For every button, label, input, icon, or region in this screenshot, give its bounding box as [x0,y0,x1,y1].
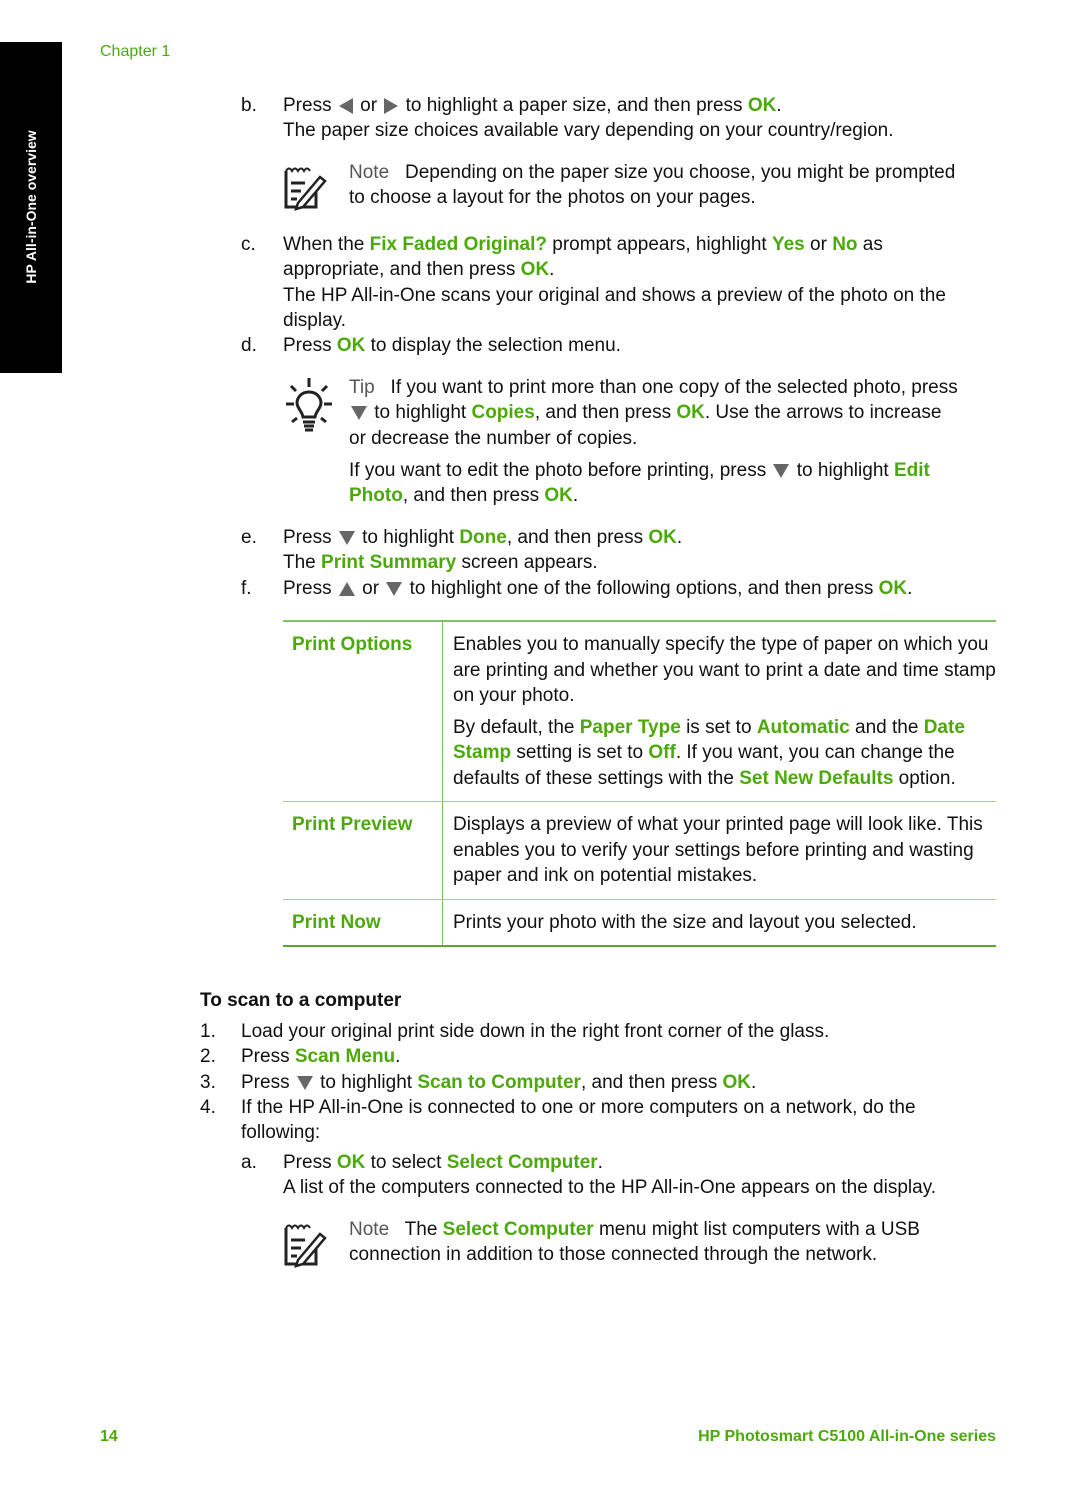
right-arrow-icon [384,97,399,114]
option-description: Enables you to manually specify the type… [453,634,996,789]
print-options-table: Print Options Enables you to manually sp… [283,620,996,947]
tip-line3: or decrease the number of copies. [349,428,638,449]
step-c-line4: display. [283,310,347,331]
step-f-letter: f. [241,578,252,599]
section-side-tab: HP All-in-One overview [0,42,62,373]
step-2-text: Press Scan Menu. [241,1046,401,1067]
chapter-header: Chapter 1 [100,43,171,60]
step-c-line3: The HP All-in-One scans your original an… [283,285,946,306]
step-4-line2: following: [241,1122,321,1143]
step-3-text: Press to highlight Scan to Computer, and… [241,1072,757,1093]
step-c-letter: c. [241,234,256,255]
step-a-letter: a. [241,1152,257,1173]
step-3-num: 3. [200,1072,216,1093]
table-row: Print Options Enables you to manually sp… [283,622,996,801]
down-arrow-icon [296,1075,313,1090]
step-b-line1: Press or to highlight a paper size, and … [283,95,782,116]
left-arrow-icon [338,97,353,114]
note-icon [284,167,327,211]
step-4-num: 4. [200,1097,216,1118]
side-tab-label: HP All-in-One overview [23,130,39,284]
option-name: Print Options [283,622,443,801]
tip-p2-line1: If you want to edit the photo before pri… [349,460,930,481]
down-arrow-icon [773,463,790,478]
step-e-line2: The Print Summary screen appears. [283,552,598,573]
step-e-letter: e. [241,527,257,548]
lightbulb-tip-icon [286,378,332,432]
step-2-num: 2. [200,1046,216,1067]
down-arrow-icon [386,581,403,596]
step-d-line: Press OK to display the selection menu. [283,335,621,356]
step-e-line1: Press to highlight Done, and then press … [283,527,683,548]
product-name: HP Photosmart C5100 All-in-One series [698,1428,996,1445]
step-d-letter: d. [241,335,257,356]
page-number: 14 [100,1428,118,1445]
tip-line1: Tip If you want to print more than one c… [349,377,958,398]
down-arrow-icon [338,530,355,545]
down-arrow-icon [351,405,367,420]
option-name: Print Now [283,899,443,945]
table-row: Print Now Prints your photo with the siz… [283,898,996,945]
note2-line1: Note The Select Computer menu might list… [349,1219,920,1240]
tip-p2-line2: Photo, and then press OK. [349,485,579,506]
step-a-line1: Press OK to select Select Computer. [283,1152,603,1173]
step-4-line1: If the HP All-in-One is connected to one… [241,1097,916,1118]
step-b-line2: The paper size choices available vary de… [283,120,894,141]
option-description: Prints your photo with the size and layo… [453,911,917,933]
step-b-letter: b. [241,95,257,116]
table-row: Print Preview Displays a preview of what… [283,801,996,899]
up-arrow-icon [338,581,355,596]
step-1-text: Load your original print side down in th… [241,1021,830,1042]
option-name: Print Preview [283,802,443,899]
section-heading: To scan to a computer [200,990,402,1011]
step-c-line2: appropriate, and then press OK. [283,259,555,280]
step-a-line2: A list of the computers connected to the… [283,1177,937,1198]
tip-line2: to highlight Copies, and then press OK. … [349,400,941,425]
note1-line2: to choose a layout for the photos on you… [349,187,756,208]
note-icon [284,1224,327,1268]
note1-line1: Note Depending on the paper size you cho… [349,162,956,183]
note2-line2: connection in addition to those connecte… [349,1244,878,1265]
option-description: Displays a preview of what your printed … [453,814,983,886]
step-1-num: 1. [200,1021,216,1042]
step-f-line: Press or to highlight one of the followi… [283,578,913,599]
step-c-line1: When the Fix Faded Original? prompt appe… [283,234,883,255]
